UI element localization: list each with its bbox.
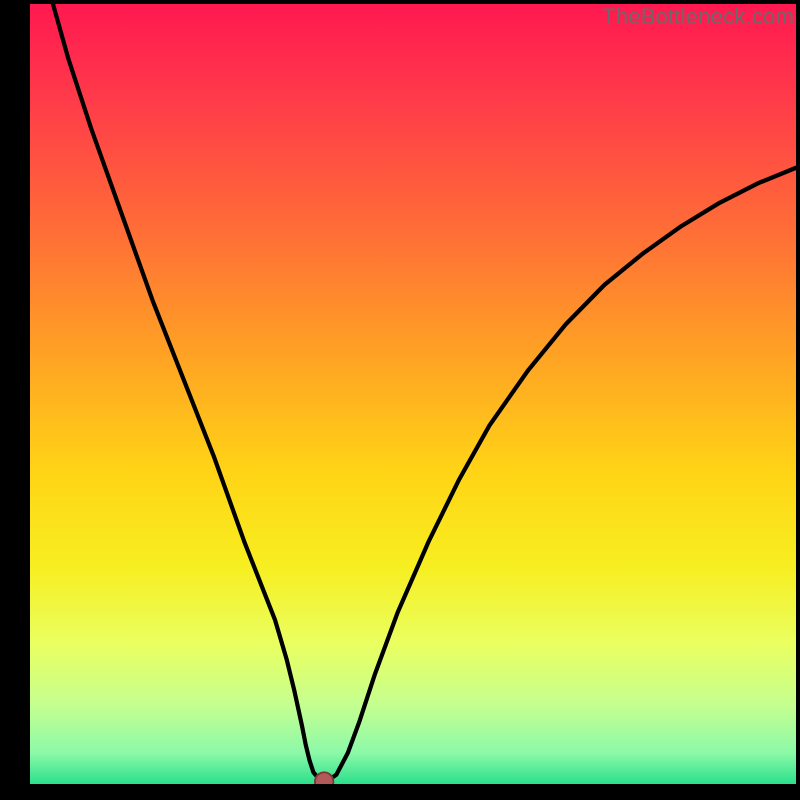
optimal-marker [315, 772, 333, 784]
chart-svg [30, 4, 796, 784]
plot-area [30, 4, 796, 784]
chart-background [30, 4, 796, 784]
watermark-text: TheBottleneck.com [602, 4, 794, 30]
chart-container: { "watermark": "TheBottleneck.com", "col… [0, 0, 800, 800]
